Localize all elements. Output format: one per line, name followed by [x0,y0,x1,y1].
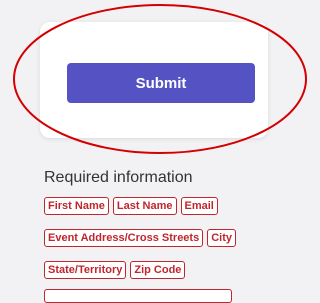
required-field-tag-cropped [44,289,232,303]
required-fields-row: Event Address/Cross Streets City [44,229,240,247]
required-field-tag: City [207,229,236,247]
required-field-tag: Last Name [112,197,177,215]
required-field-tag: First Name [44,197,109,215]
required-field-tag: State/Territory [44,261,127,279]
form-card: Submit [40,22,268,138]
required-fields-row: First Name Last Name Email [44,197,222,215]
required-field-tag: Zip Code [130,261,186,279]
required-info-title: Required information [44,169,193,186]
submit-button[interactable]: Submit [67,63,255,103]
required-field-tag: Email [180,197,218,215]
required-fields-row: State/Territory Zip Code [44,261,189,279]
required-field-tag: Event Address/Cross Streets [44,229,204,247]
